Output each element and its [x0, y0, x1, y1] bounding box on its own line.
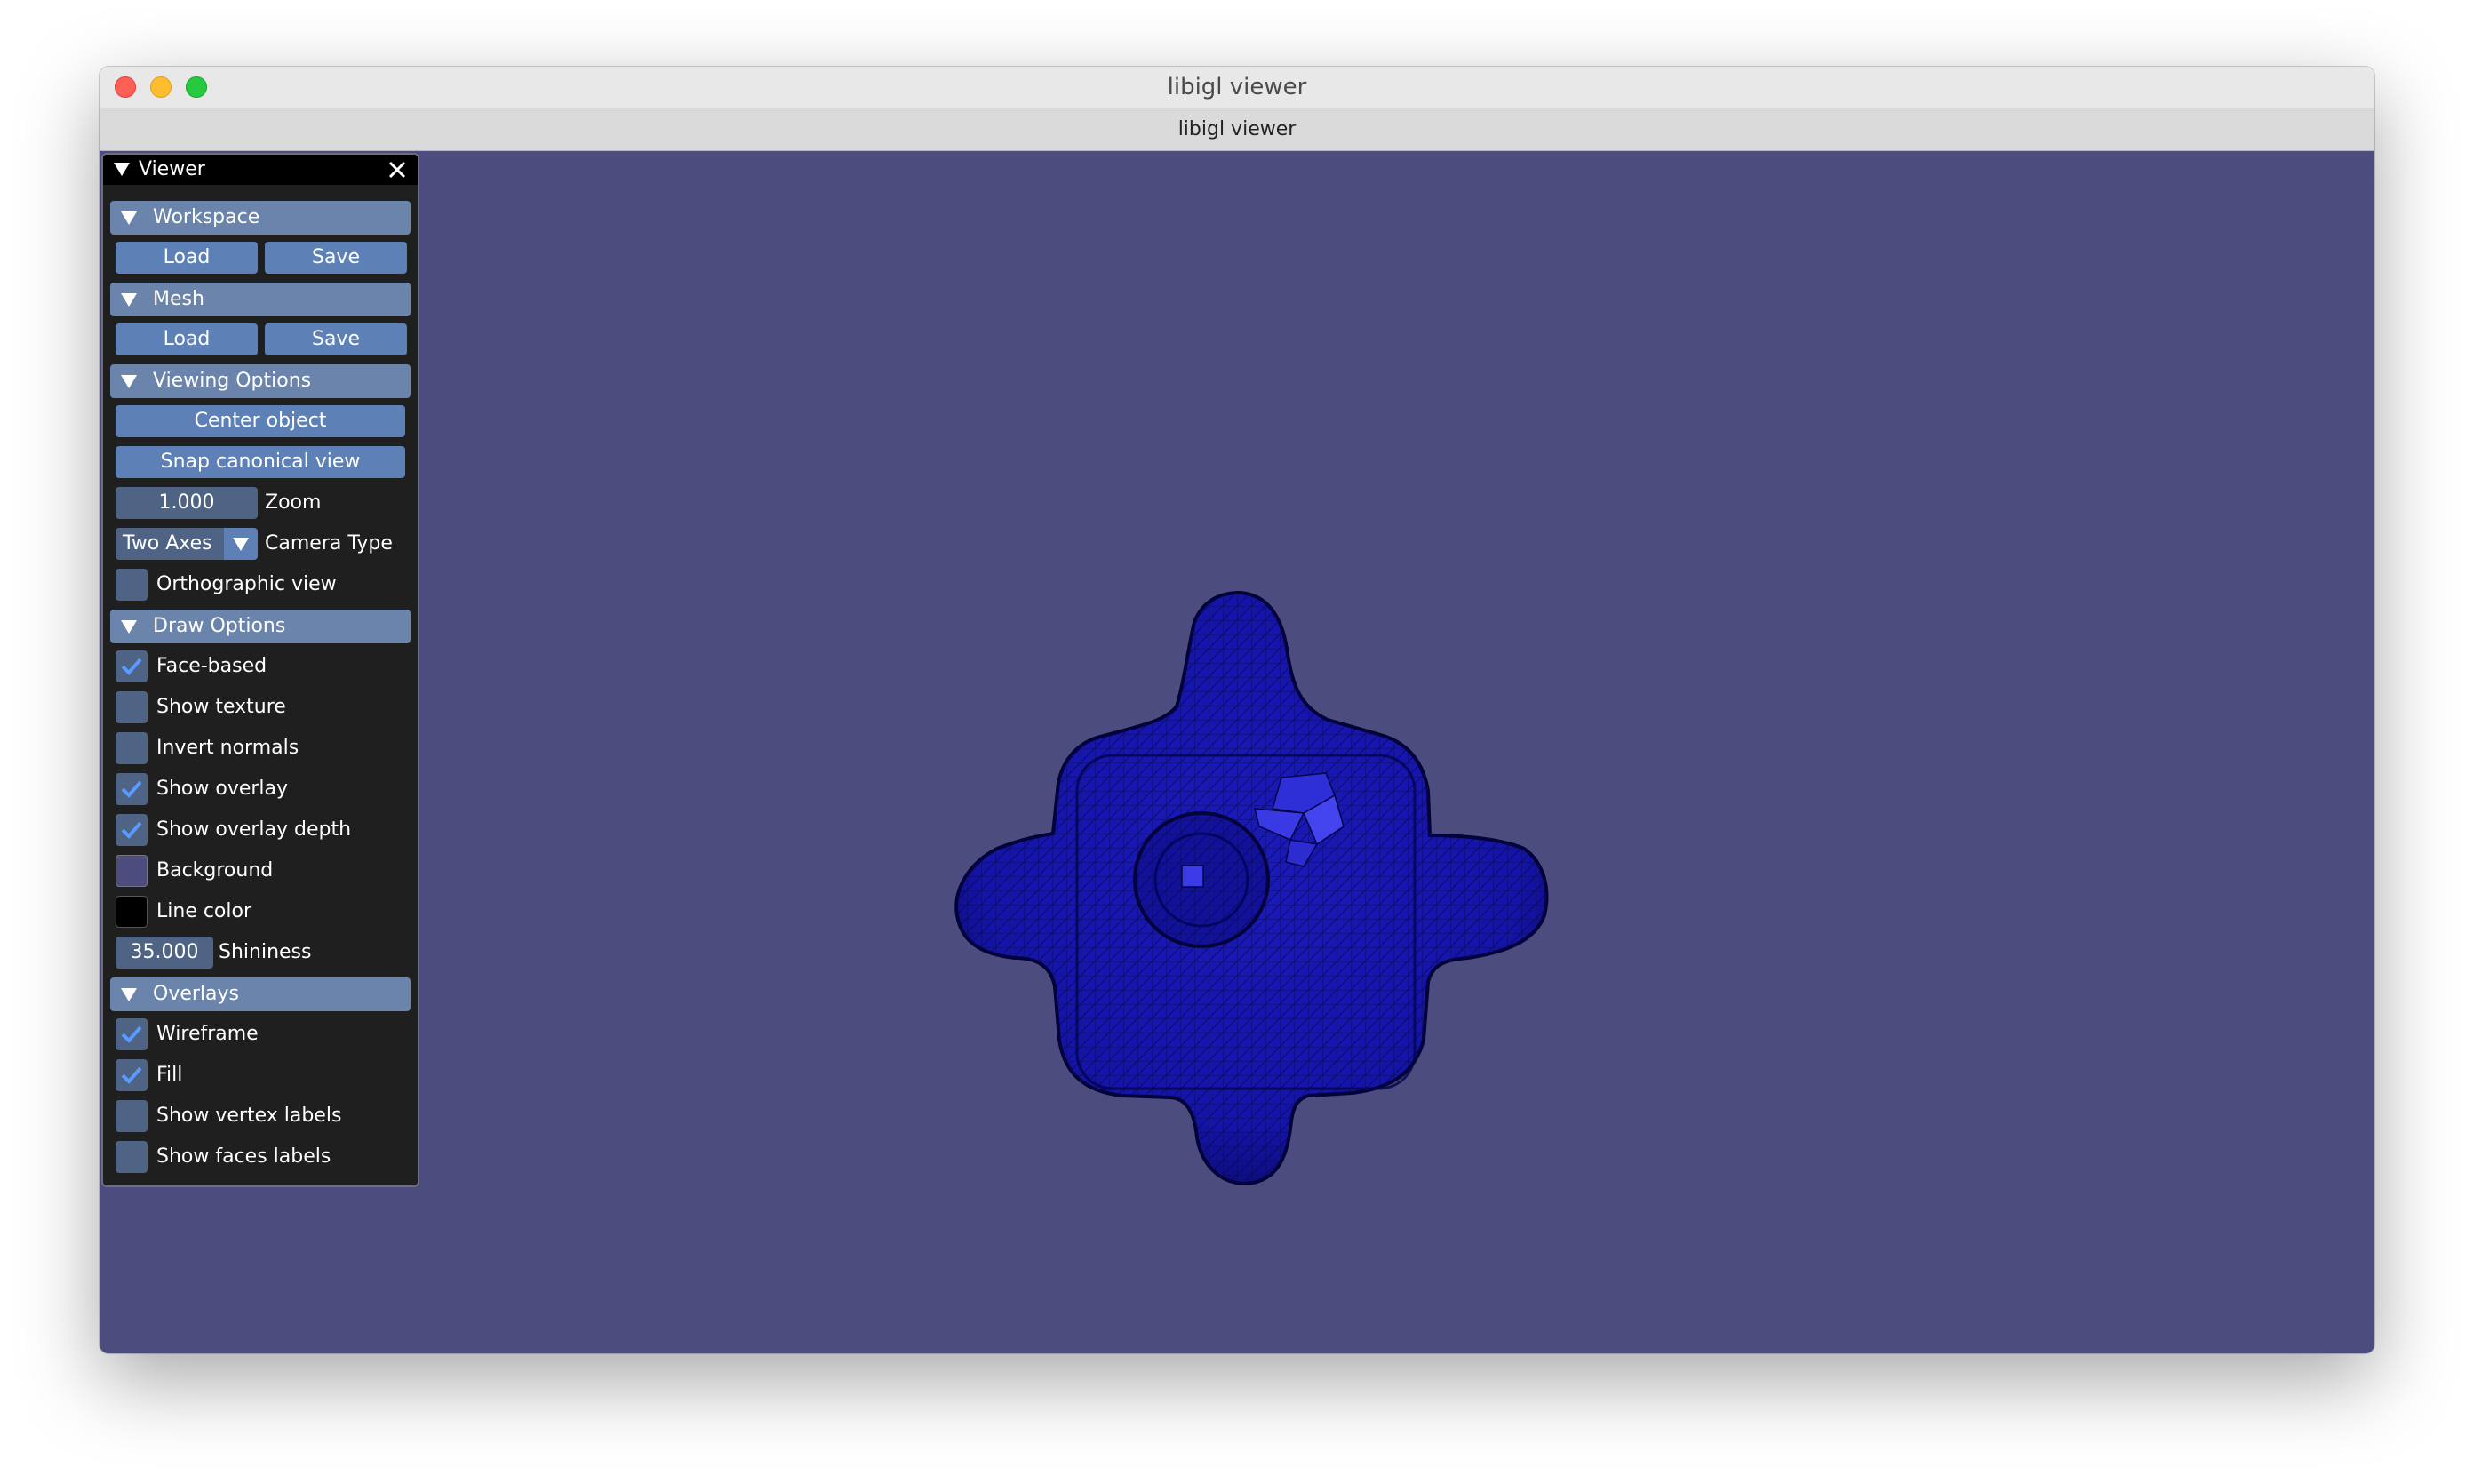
show-texture-checkbox[interactable]: [116, 691, 148, 723]
check-icon: [121, 1066, 142, 1084]
wireframe-checkbox[interactable]: [116, 1018, 148, 1050]
tab-bar: libigl viewer: [100, 108, 2374, 151]
fill-checkbox[interactable]: [116, 1059, 148, 1091]
viewer-panel-title: Viewer: [139, 158, 205, 180]
tab-title: libigl viewer: [1177, 118, 1297, 140]
app-window: libigl viewer libigl viewer Viewer Works…: [100, 67, 2374, 1353]
show-overlay-checkbox[interactable]: [116, 773, 148, 805]
close-icon[interactable]: [384, 156, 411, 183]
show-texture-label: Show texture: [156, 696, 286, 718]
expand-triangle-icon: [121, 211, 137, 225]
draw-options-header[interactable]: Draw Options: [110, 610, 411, 643]
overlays-header[interactable]: Overlays: [110, 977, 411, 1011]
mesh-shape: [954, 590, 1549, 1186]
fill-label: Fill: [156, 1064, 183, 1086]
mesh-render[interactable]: [100, 151, 2374, 1353]
window-title: libigl viewer: [1167, 74, 1307, 100]
show-faces-labels-checkbox[interactable]: [116, 1141, 148, 1173]
workspace-save-button[interactable]: Save: [265, 242, 407, 274]
viewer-panel-title-bar[interactable]: Viewer: [103, 155, 418, 185]
chevron-down-icon: [233, 538, 249, 551]
invert-normals-label: Invert normals: [156, 737, 299, 759]
show-faces-labels-label: Show faces labels: [156, 1145, 331, 1168]
camera-type-select[interactable]: Two Axes: [116, 528, 231, 560]
show-vertex-labels-label: Show vertex labels: [156, 1105, 342, 1127]
shininess-label: Shininess: [219, 941, 312, 963]
show-overlay-label: Show overlay: [156, 778, 289, 800]
background-color-label: Background: [156, 859, 274, 882]
orthographic-view-label: Orthographic view: [156, 573, 337, 595]
background-color-swatch[interactable]: [116, 855, 148, 887]
show-vertex-labels-checkbox[interactable]: [116, 1100, 148, 1132]
workspace-header[interactable]: Workspace: [110, 201, 411, 235]
face-based-checkbox[interactable]: [116, 650, 148, 682]
snap-canonical-view-button[interactable]: Snap canonical view: [116, 446, 405, 478]
expand-triangle-icon: [121, 620, 137, 634]
camera-type-label: Camera Type: [265, 532, 393, 555]
orthographic-view-checkbox[interactable]: [116, 569, 148, 601]
expand-triangle-icon: [121, 988, 137, 1001]
mesh-save-button[interactable]: Save: [265, 323, 407, 355]
workspace-load-button[interactable]: Load: [116, 242, 258, 274]
show-overlay-depth-label: Show overlay depth: [156, 818, 352, 841]
check-icon: [121, 1025, 142, 1043]
collapse-triangle-icon[interactable]: [114, 163, 130, 176]
face-based-label: Face-based: [156, 655, 267, 677]
check-icon: [121, 780, 142, 798]
camera-type-dropdown-arrow[interactable]: [224, 528, 258, 560]
3d-viewport[interactable]: Viewer Workspace Load Save Mesh Load Sav…: [100, 151, 2374, 1353]
invert-normals-checkbox[interactable]: [116, 732, 148, 764]
zoom-label: Zoom: [265, 491, 322, 514]
center-object-button[interactable]: Center object: [116, 405, 405, 437]
viewing-options-header[interactable]: Viewing Options: [110, 364, 411, 398]
zoom-input[interactable]: 1.000: [116, 487, 258, 519]
title-bar[interactable]: libigl viewer: [100, 67, 2374, 108]
shininess-input[interactable]: 35.000: [116, 937, 213, 969]
expand-triangle-icon: [121, 293, 137, 307]
expand-triangle-icon: [121, 375, 137, 388]
line-color-swatch[interactable]: [116, 896, 148, 928]
mesh-header[interactable]: Mesh: [110, 283, 411, 316]
viewer-panel: Viewer Workspace Load Save Mesh Load Sav…: [101, 153, 419, 1187]
show-overlay-depth-checkbox[interactable]: [116, 814, 148, 846]
check-icon: [121, 821, 142, 839]
mesh-load-button[interactable]: Load: [116, 323, 258, 355]
wireframe-label: Wireframe: [156, 1023, 259, 1045]
line-color-label: Line color: [156, 900, 252, 922]
check-icon: [121, 658, 142, 675]
